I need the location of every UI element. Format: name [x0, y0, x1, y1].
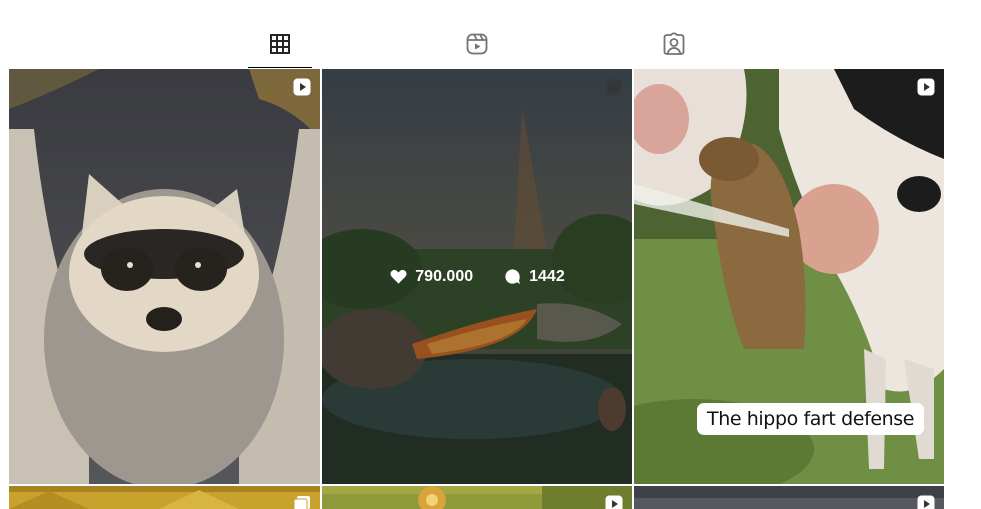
carousel-badge [293, 495, 311, 509]
tab-posts[interactable] [248, 32, 312, 68]
post-tile-raccoon[interactable] [9, 69, 320, 484]
comments-count: 1442 [529, 267, 565, 285]
yellow-field-painting [9, 486, 320, 509]
reel-badge [917, 78, 935, 96]
post-tile-yellow-field[interactable] [9, 486, 320, 509]
reel-icon [917, 495, 935, 509]
posts-grid: 790.000 1442 The hippo fart defense [9, 69, 944, 509]
dark-painting [634, 486, 944, 509]
comment-icon [505, 269, 521, 285]
post-hover-overlay: 790.000 1442 [322, 69, 632, 484]
profile-tabs [0, 0, 981, 69]
grid-icon [270, 34, 290, 54]
carousel-icon [293, 496, 310, 509]
likes-stat: 790.000 [389, 267, 473, 286]
post-tile-hippo-fire[interactable]: 790.000 1442 [322, 69, 632, 484]
post-tile-dark[interactable] [634, 486, 944, 509]
reel-badge [917, 495, 935, 509]
post-tile-capybara[interactable]: The hippo fart defense [634, 69, 944, 484]
reel-badge [605, 495, 623, 509]
post-caption-overlay: The hippo fart defense [697, 403, 925, 435]
comments-stat: 1442 [503, 267, 565, 286]
tab-reels[interactable] [445, 32, 509, 68]
reel-icon [293, 78, 311, 96]
reel-badge [293, 78, 311, 96]
likes-count: 790.000 [415, 267, 474, 285]
raccoon-painting [9, 69, 320, 484]
reels-icon [466, 33, 488, 55]
post-tile-green-burst[interactable] [322, 486, 632, 509]
reel-icon [917, 78, 935, 96]
heart-icon [390, 269, 407, 284]
tab-tagged[interactable] [642, 32, 706, 68]
reel-icon [605, 495, 623, 509]
tagged-user-icon [663, 32, 685, 55]
green-burst-painting [322, 486, 632, 509]
